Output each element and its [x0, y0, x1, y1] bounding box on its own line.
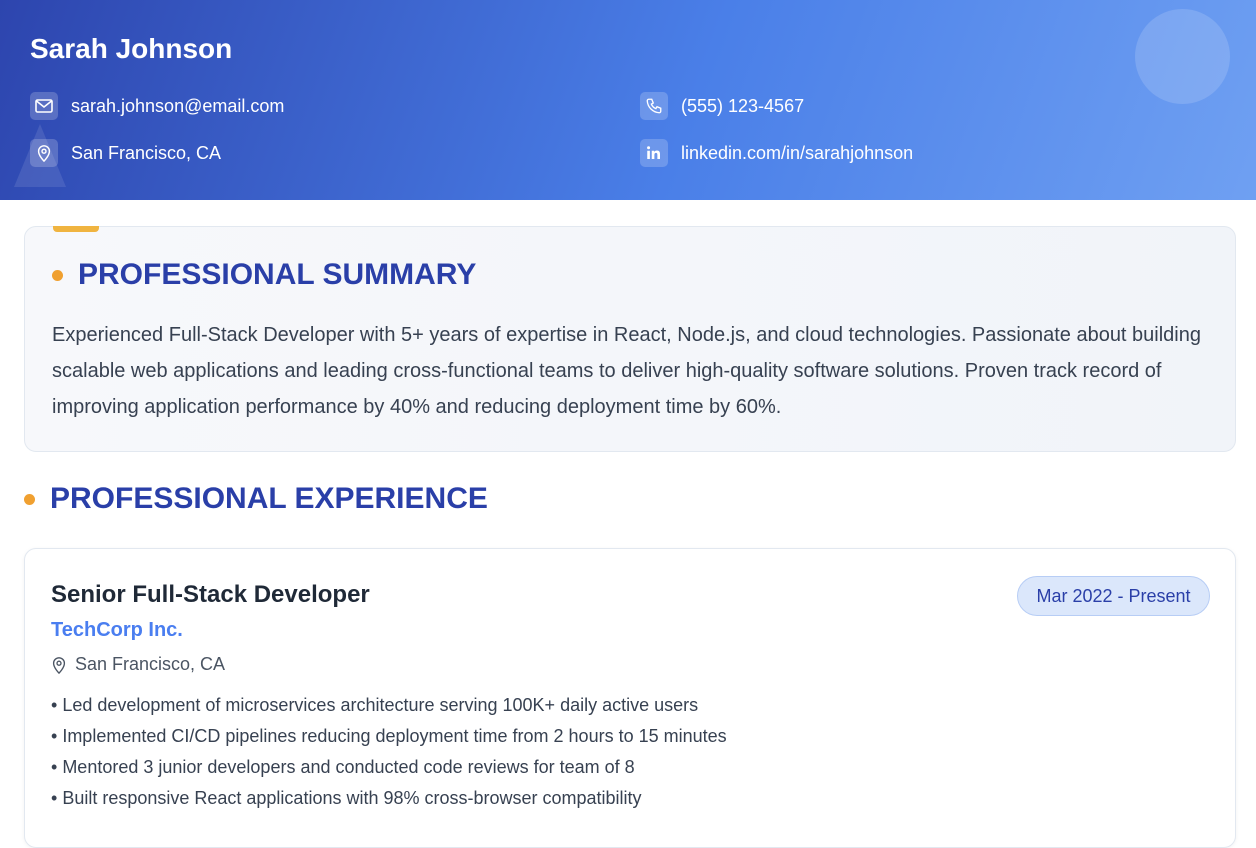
- list-item: Led development of microservices archite…: [51, 694, 727, 725]
- decorative-circle: [1135, 9, 1230, 104]
- job-title: Senior Full-Stack Developer: [51, 581, 370, 608]
- experience-heading: PROFESSIONAL EXPERIENCE: [24, 482, 488, 516]
- contact-linkedin[interactable]: linkedin.com/in/sarahjohnson: [640, 139, 913, 167]
- list-item: Implemented CI/CD pipelines reducing dep…: [51, 725, 726, 756]
- job-bullets: Led development of microservices archite…: [51, 694, 727, 818]
- job-location-text: San Francisco, CA: [75, 654, 226, 674]
- resume-header: Sarah Johnson sarah.johnson@email.com (5…: [0, 0, 1256, 200]
- map-pin-icon: [51, 656, 67, 674]
- map-pin-icon: [30, 139, 58, 167]
- list-item: Mentored 3 junior developers and conduct…: [51, 756, 727, 787]
- contact-phone[interactable]: (555) 123-4567: [640, 92, 804, 120]
- contact-email[interactable]: sarah.johnson@email.com: [30, 92, 284, 120]
- phone-text: (555) 123-4567: [681, 95, 805, 116]
- linkedin-text: linkedin.com/in/sarahjohnson: [681, 142, 914, 163]
- candidate-name: Sarah Johnson: [30, 33, 233, 64]
- job-card: Senior Full-Stack Developer TechCorp Inc…: [24, 548, 1236, 848]
- job-location: San Francisco, CA: [51, 654, 225, 675]
- summary-heading: PROFESSIONAL SUMMARY: [52, 258, 476, 292]
- contact-location: San Francisco, CA: [30, 139, 221, 167]
- date-badge: Mar 2022 - Present: [1017, 576, 1210, 616]
- experience-heading-text: PROFESSIONAL EXPERIENCE: [50, 482, 488, 515]
- bullet-dot: [24, 493, 35, 505]
- bullet-dot: [52, 269, 63, 281]
- location-text: San Francisco, CA: [71, 142, 222, 163]
- linkedin-icon: [640, 139, 668, 167]
- accent-tab: [53, 226, 99, 232]
- summary-heading-text: PROFESSIONAL SUMMARY: [78, 258, 477, 291]
- phone-icon: [640, 92, 668, 120]
- summary-text: Experienced Full-Stack Developer with 5+…: [52, 324, 1201, 418]
- mail-icon: [30, 92, 58, 120]
- summary-section: PROFESSIONAL SUMMARY Experienced Full-St…: [24, 226, 1236, 452]
- company-name: TechCorp Inc.: [51, 619, 183, 641]
- email-text: sarah.johnson@email.com: [71, 95, 285, 116]
